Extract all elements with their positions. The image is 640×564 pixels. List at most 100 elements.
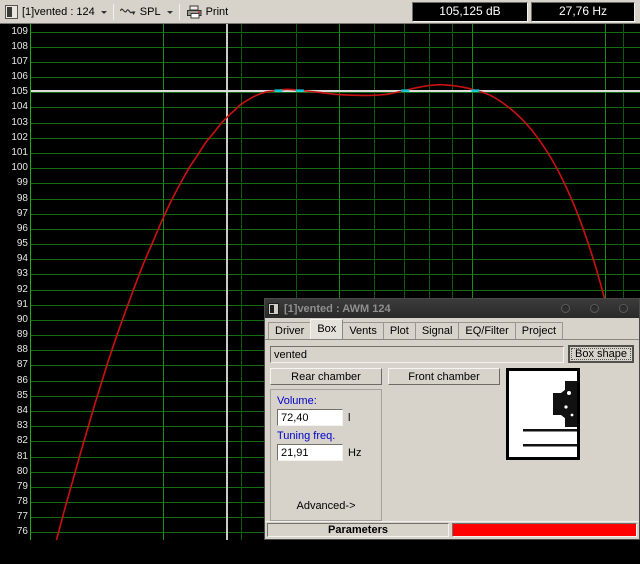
- y-tick-label: 77: [16, 511, 28, 522]
- volume-input[interactable]: 72,40: [277, 409, 343, 426]
- curve-cursor-intersection-marker: [401, 89, 410, 92]
- y-tick-label: 99: [16, 177, 28, 188]
- y-tick-label: 108: [11, 41, 28, 52]
- volume-label: Volume:: [277, 395, 317, 407]
- project-selector-group: [1]vented : 124: [2, 1, 110, 23]
- maximize-button[interactable]: [590, 304, 599, 313]
- tuning-row: 21,91 Hz: [277, 444, 375, 461]
- tuning-unit: Hz: [348, 446, 362, 459]
- y-tick-label: 105: [11, 86, 28, 97]
- tab-signal[interactable]: Signal: [414, 322, 460, 339]
- y-tick-label: 88: [16, 344, 28, 355]
- curve-selector-label: SPL: [139, 5, 161, 18]
- y-tick-label: 95: [16, 238, 28, 249]
- y-tick-label: 82: [16, 435, 28, 446]
- y-tick-label: 79: [16, 481, 28, 492]
- curve-selector[interactable]: SPL: [117, 1, 164, 22]
- dialog-tabs: Driver Box Vents Plot Signal EQ/Filter Project: [265, 318, 639, 340]
- printer-icon: [186, 5, 202, 18]
- tab-vents[interactable]: Vents: [342, 322, 384, 339]
- project-selector[interactable]: [1]vented : 124: [2, 1, 98, 22]
- tuning-input[interactable]: 21,91: [277, 444, 343, 461]
- rear-chamber-button[interactable]: Rear chamber: [270, 368, 382, 385]
- front-chamber-button[interactable]: Front chamber: [388, 368, 500, 385]
- y-tick-label: 102: [11, 132, 28, 143]
- y-tick-label: 100: [11, 162, 28, 173]
- y-tick-label: 96: [16, 223, 28, 234]
- y-tick-label: 85: [16, 390, 28, 401]
- volume-row: 72,40 l: [277, 409, 375, 426]
- toolbar-separator-2: [178, 3, 180, 20]
- name-row: vented Box shape: [270, 345, 634, 363]
- dialog-statusbar: Parameters: [265, 521, 639, 539]
- y-tick-label: 97: [16, 208, 28, 219]
- y-tick-label: 89: [16, 329, 28, 340]
- dialog-body: vented Box shape Rear chamber Volume: 72…: [265, 340, 639, 521]
- chambers-row: Rear chamber Volume: 72,40 l Tuning freq…: [270, 368, 634, 521]
- y-tick-label: 83: [16, 420, 28, 431]
- y-tick-label: 103: [11, 117, 28, 128]
- box-properties-dialog[interactable]: [1]vented : AWM 124 Driver Box Vents Plot Si…: [264, 298, 640, 540]
- y-tick-label: 81: [16, 451, 28, 462]
- app-window: [1]vented : 124 SPL Print 105,125 dB 27,…: [0, 0, 640, 564]
- document-icon: [5, 4, 18, 19]
- box-shape-button[interactable]: Box shape: [568, 345, 634, 363]
- y-tick-label: 80: [16, 466, 28, 477]
- y-tick-label: 98: [16, 193, 28, 204]
- dialog-title: [1]vented : AWM 124: [284, 302, 391, 315]
- advanced-link[interactable]: Advanced->: [271, 500, 381, 512]
- y-tick-label: 107: [11, 56, 28, 67]
- minimize-button[interactable]: [561, 304, 570, 313]
- close-button[interactable]: [619, 304, 628, 313]
- driver-cross-section-icon: [523, 381, 577, 447]
- tab-plot[interactable]: Plot: [382, 322, 416, 339]
- main-toolbar: [1]vented : 124 SPL Print 105,125 dB 27,…: [0, 0, 640, 24]
- print-button[interactable]: Print: [183, 1, 232, 22]
- status-label: Parameters: [267, 523, 449, 537]
- curve-cursor-intersection-marker: [274, 89, 283, 92]
- curve-dropdown-arrow-icon[interactable]: [164, 3, 176, 21]
- project-selector-label: [1]vented : 124: [22, 5, 95, 18]
- curve-cursor-intersection-marker: [295, 89, 304, 92]
- spl-readout: 105,125 dB: [412, 1, 528, 22]
- print-label: Print: [205, 5, 229, 18]
- waveform-icon: [119, 7, 136, 15]
- frequency-readout: 27,76 Hz: [531, 1, 635, 22]
- tab-driver[interactable]: Driver: [268, 322, 312, 339]
- box-shape-preview[interactable]: [506, 368, 580, 460]
- y-tick-label: 93: [16, 268, 28, 279]
- y-tick-label: 106: [11, 71, 28, 82]
- bottom-strip: [0, 540, 640, 564]
- tab-project[interactable]: Project: [514, 322, 564, 339]
- dialog-window-buttons: [561, 304, 636, 313]
- y-tick-label: 91: [16, 299, 28, 310]
- dialog-document-icon: [268, 302, 279, 315]
- y-tick-label: 92: [16, 284, 28, 295]
- y-tick-label: 94: [16, 253, 28, 264]
- y-tick-label: 86: [16, 375, 28, 386]
- y-tick-label: 76: [16, 526, 28, 537]
- y-tick-label: 109: [11, 26, 28, 37]
- curve-selector-group: SPL: [117, 1, 176, 23]
- readout-group: 105,125 dB 27,76 Hz: [412, 1, 638, 22]
- y-tick-label: 78: [16, 496, 28, 507]
- box-name-input[interactable]: vented: [270, 345, 564, 363]
- toolbar-separator-1: [112, 3, 114, 20]
- y-tick-label: 87: [16, 359, 28, 370]
- rear-chamber-column: Rear chamber Volume: 72,40 l Tuning freq…: [270, 368, 382, 521]
- dialog-titlebar[interactable]: [1]vented : AWM 124: [265, 299, 639, 318]
- project-dropdown-arrow-icon[interactable]: [98, 3, 110, 21]
- tab-eq-filter[interactable]: EQ/Filter: [458, 322, 516, 339]
- front-chamber-column: Front chamber: [388, 368, 500, 385]
- tab-box[interactable]: Box: [310, 319, 344, 339]
- y-axis-labels: 76 77 78 79 80 81 82 83 84 85 86 87 88 89 90 91 92 93 94 95…: [0, 24, 30, 539]
- rear-chamber-panel: Volume: 72,40 l Tuning freq. 21,91 Hz Ad…: [270, 389, 382, 521]
- progress-bar-fill: [453, 524, 636, 536]
- y-tick-label: 104: [11, 101, 28, 112]
- y-tick-label: 84: [16, 405, 28, 416]
- y-tick-label: 90: [16, 314, 28, 325]
- progress-bar: [452, 523, 637, 537]
- tuning-label: Tuning freq.: [277, 430, 336, 442]
- volume-unit: l: [348, 411, 351, 424]
- curve-cursor-intersection-marker: [471, 89, 480, 92]
